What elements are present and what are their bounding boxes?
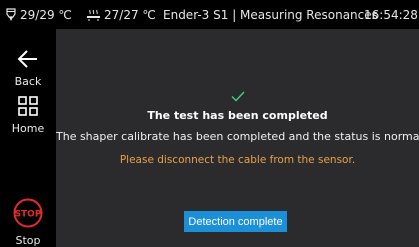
stop-label: Stop [15, 234, 41, 247]
window-title: Ender-3 S1 | Measuring Resonances [163, 7, 378, 22]
dialog-title: The test has been completed [147, 109, 328, 122]
dialog-message: The shaper calibrate has been completed … [56, 130, 419, 143]
home-grid-icon [18, 96, 38, 120]
home-button[interactable]: Home [0, 96, 56, 135]
nozzle-icon [5, 7, 17, 22]
back-button[interactable]: Back [0, 49, 56, 88]
dialog-warning: Please disconnect the cable from the sen… [119, 154, 356, 166]
bed-temp: 27/27 ℃ [86, 0, 156, 29]
home-label: Home [11, 122, 45, 135]
back-arrow-icon [17, 49, 39, 73]
nozzle-temp: 29/29 ℃ [5, 0, 72, 29]
checkmark-icon [56, 87, 419, 106]
result-panel: The test has been completed The shaper c… [56, 29, 419, 247]
bed-icon [86, 8, 101, 22]
back-label: Back [14, 75, 42, 88]
stop-button[interactable]: STOP Stop [0, 198, 56, 247]
clock: 16:54:28 [364, 7, 418, 22]
sidebar: Back Home STOP Stop [0, 29, 56, 247]
stop-icon-text: STOP [15, 210, 42, 220]
nozzle-temp-value: 29/29 ℃ [20, 7, 72, 22]
status-bar: 29/29 ℃ 27/27 ℃ Ender-3 S1 | Measuring R… [0, 0, 419, 29]
detection-complete-button[interactable]: Detection complete [184, 211, 287, 232]
bed-temp-value: 27/27 ℃ [104, 7, 156, 22]
stop-icon: STOP [13, 198, 43, 232]
